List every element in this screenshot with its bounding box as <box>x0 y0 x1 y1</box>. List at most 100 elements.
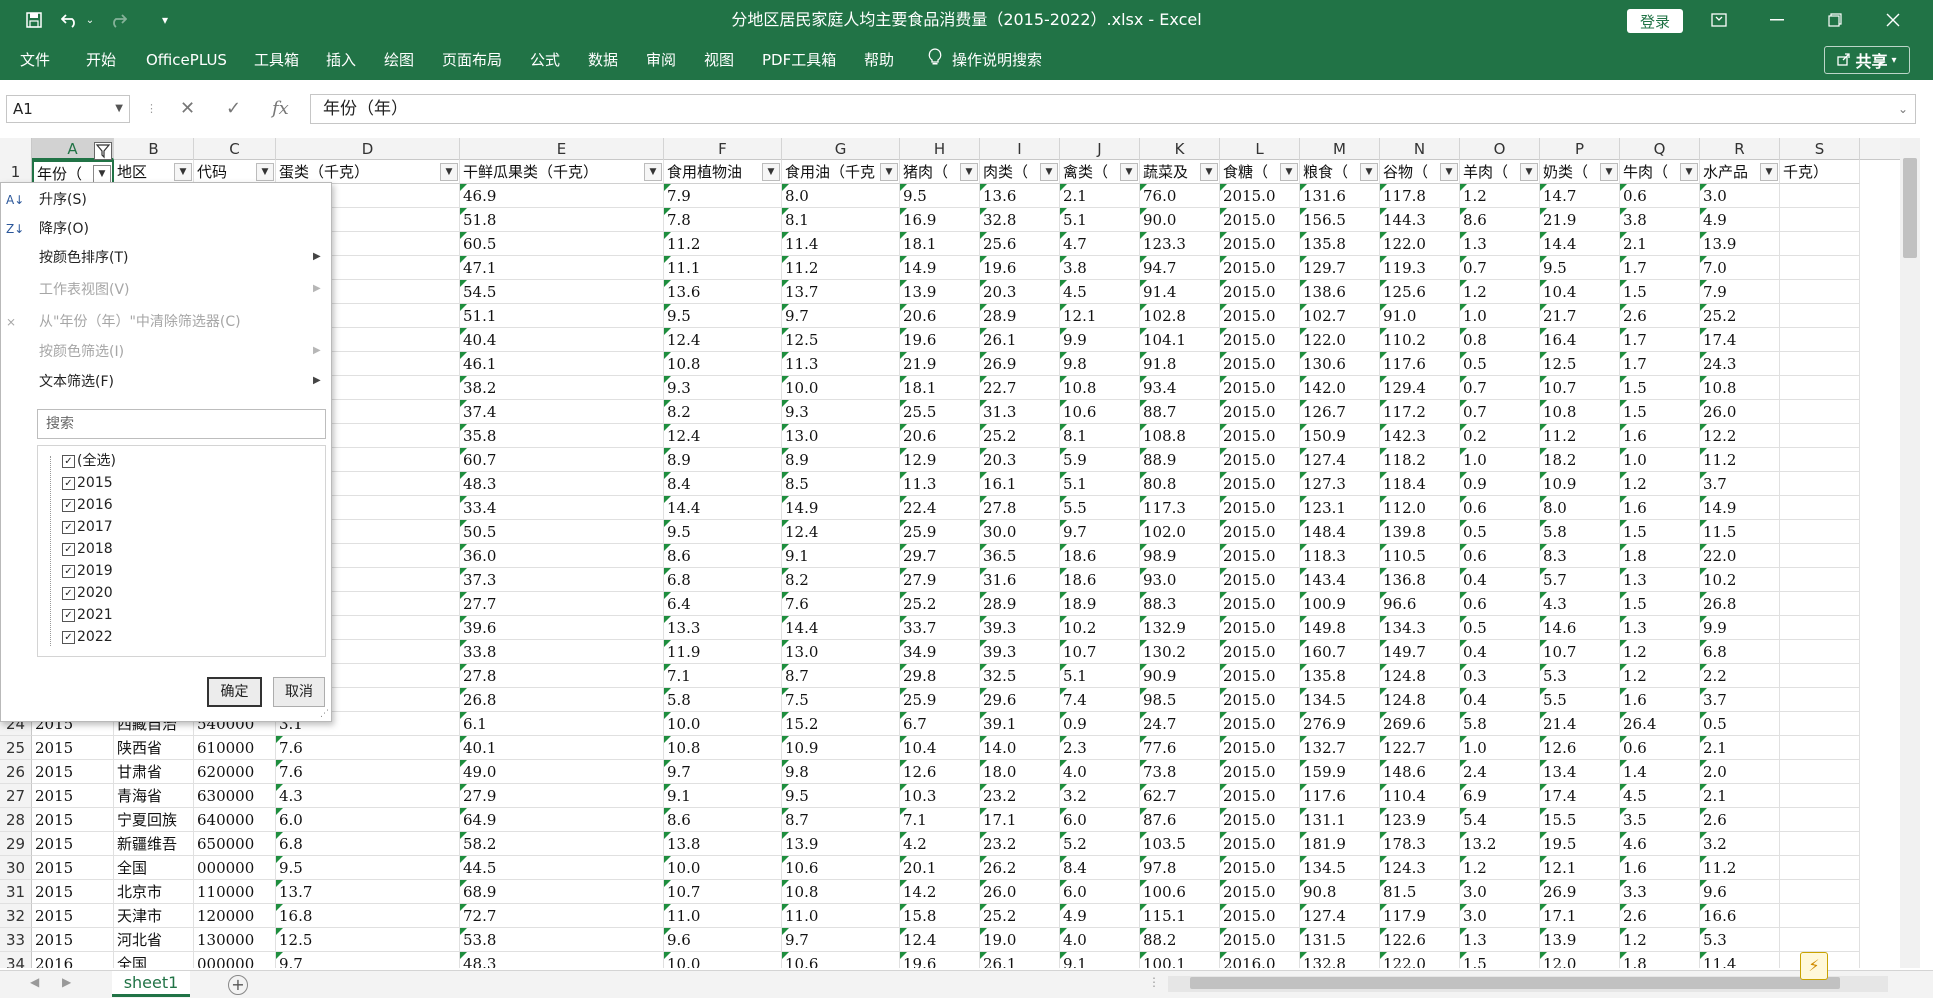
cell[interactable]: 11.3 <box>782 352 900 376</box>
cell[interactable]: 6.0 <box>1060 808 1140 832</box>
cell[interactable]: 12.0 <box>1540 952 1620 968</box>
column-header[interactable]: D <box>276 138 460 160</box>
cell[interactable]: 2016.0 <box>1220 952 1300 968</box>
cell[interactable]: 0.5 <box>1460 616 1540 640</box>
row-header[interactable]: 27 <box>0 784 32 808</box>
cell[interactable]: 7.1 <box>900 808 980 832</box>
cell[interactable]: 15.2 <box>782 712 900 736</box>
cell[interactable]: 21.7 <box>1540 304 1620 328</box>
row-header[interactable]: 25 <box>0 736 32 760</box>
filter-value-item[interactable]: ✓ 2018 <box>62 538 113 560</box>
cell[interactable] <box>1780 256 1860 280</box>
cell[interactable]: 12.4 <box>664 328 782 352</box>
cell[interactable]: 630000 <box>194 784 276 808</box>
cell[interactable]: 100.9 <box>1300 592 1380 616</box>
cell[interactable]: 0.5 <box>1460 352 1540 376</box>
cell[interactable]: 1.2 <box>1620 472 1700 496</box>
filter-dropdown-icon[interactable]: ▼ <box>1360 163 1378 181</box>
cell[interactable]: 2015.0 <box>1220 592 1300 616</box>
cell[interactable]: 12.2 <box>1700 424 1780 448</box>
cell[interactable]: 7.6 <box>276 736 460 760</box>
cell[interactable]: 1.5 <box>1460 952 1540 968</box>
cell[interactable]: 112.0 <box>1380 496 1460 520</box>
cell[interactable]: 100.6 <box>1140 880 1220 904</box>
login-button[interactable]: 登录 <box>1627 9 1683 33</box>
cell[interactable]: 21.9 <box>900 352 980 376</box>
cell[interactable]: 13.9 <box>1540 928 1620 952</box>
tab-insert[interactable]: 插入 <box>326 40 356 80</box>
row-header[interactable]: 31 <box>0 880 32 904</box>
restore-icon[interactable] <box>1810 0 1860 40</box>
column-header[interactable]: O <box>1460 138 1540 160</box>
cell[interactable]: 2015.0 <box>1220 736 1300 760</box>
cell[interactable]: 8.2 <box>664 400 782 424</box>
cell[interactable]: 9.7 <box>1060 520 1140 544</box>
cell[interactable]: 宁夏回族 <box>114 808 194 832</box>
cell[interactable]: 16.8 <box>276 904 460 928</box>
header-cell[interactable]: 地区 ▼ <box>114 160 194 184</box>
cell[interactable]: 19.6 <box>980 256 1060 280</box>
cell[interactable]: 10.2 <box>1700 568 1780 592</box>
cell[interactable]: 2015.0 <box>1220 496 1300 520</box>
filter-value-item[interactable]: ✓ 2019 <box>62 560 113 582</box>
tab-review[interactable]: 审阅 <box>646 40 676 80</box>
cell[interactable]: 9.7 <box>276 952 460 968</box>
cell[interactable]: 94.7 <box>1140 256 1220 280</box>
cell[interactable]: 28.9 <box>980 592 1060 616</box>
cell[interactable]: 1.2 <box>1460 856 1540 880</box>
cell[interactable]: 9.3 <box>664 376 782 400</box>
cell[interactable]: 0.6 <box>1620 736 1700 760</box>
cell[interactable]: 9.7 <box>664 760 782 784</box>
cell[interactable]: 河北省 <box>114 928 194 952</box>
cell[interactable] <box>1780 928 1860 952</box>
cell[interactable]: 2015.0 <box>1220 832 1300 856</box>
cell[interactable]: 22.7 <box>980 376 1060 400</box>
cell[interactable]: 26.4 <box>1620 712 1700 736</box>
cell[interactable]: 122.0 <box>1380 952 1460 968</box>
cell[interactable]: 0.8 <box>1460 328 1540 352</box>
header-cell[interactable]: 蛋类（千克） ▼ <box>276 160 460 184</box>
cell[interactable]: 110.2 <box>1380 328 1460 352</box>
cell[interactable]: 1.5 <box>1620 400 1700 424</box>
cell[interactable] <box>1780 616 1860 640</box>
filter-dropdown-icon[interactable]: ▼ <box>174 163 192 181</box>
cell[interactable] <box>1780 640 1860 664</box>
filter-dropdown-icon[interactable]: ▼ <box>1520 163 1538 181</box>
tell-me[interactable]: 操作说明搜索 <box>928 40 1042 80</box>
quick-analysis-icon[interactable]: ⚡ <box>1800 952 1828 980</box>
cell[interactable]: 12.5 <box>782 328 900 352</box>
cell[interactable]: 13.4 <box>1540 760 1620 784</box>
cell[interactable]: 117.2 <box>1380 400 1460 424</box>
cell[interactable]: 3.2 <box>1700 832 1780 856</box>
undo-icon[interactable] <box>58 8 82 32</box>
cell[interactable]: 13.2 <box>1460 832 1540 856</box>
formula-input[interactable]: 年份（年） <box>310 94 1916 124</box>
cell[interactable]: 10.0 <box>664 712 782 736</box>
cell[interactable]: 11.0 <box>664 904 782 928</box>
cell[interactable]: 4.5 <box>1060 280 1140 304</box>
tab-officeplus[interactable]: OfficePLUS <box>146 40 227 80</box>
cell[interactable]: 48.3 <box>460 472 664 496</box>
cell[interactable]: 30.0 <box>980 520 1060 544</box>
cell[interactable] <box>1780 592 1860 616</box>
cell[interactable]: 14.6 <box>1540 616 1620 640</box>
cell[interactable]: 12.4 <box>900 928 980 952</box>
filter-value-item[interactable]: ✓ 2020 <box>62 582 113 604</box>
cell[interactable]: 37.3 <box>460 568 664 592</box>
cell[interactable] <box>1780 520 1860 544</box>
cell[interactable]: 1.6 <box>1620 424 1700 448</box>
cell[interactable]: 26.2 <box>980 856 1060 880</box>
horizontal-scroll-thumb[interactable] <box>1190 977 1840 989</box>
cancel-button[interactable]: 取消 <box>273 677 325 707</box>
cell[interactable]: 15.8 <box>900 904 980 928</box>
cell[interactable]: 18.6 <box>1060 544 1140 568</box>
cell[interactable]: 13.0 <box>782 640 900 664</box>
cell[interactable] <box>1780 880 1860 904</box>
cell[interactable]: 127.3 <box>1300 472 1380 496</box>
next-sheet-icon[interactable]: ▶ <box>62 975 71 989</box>
cell[interactable]: 77.6 <box>1140 736 1220 760</box>
cell[interactable]: 2015.0 <box>1220 472 1300 496</box>
cell[interactable]: 15.5 <box>1540 808 1620 832</box>
cell[interactable]: 2015 <box>32 904 114 928</box>
cell[interactable]: 139.8 <box>1380 520 1460 544</box>
